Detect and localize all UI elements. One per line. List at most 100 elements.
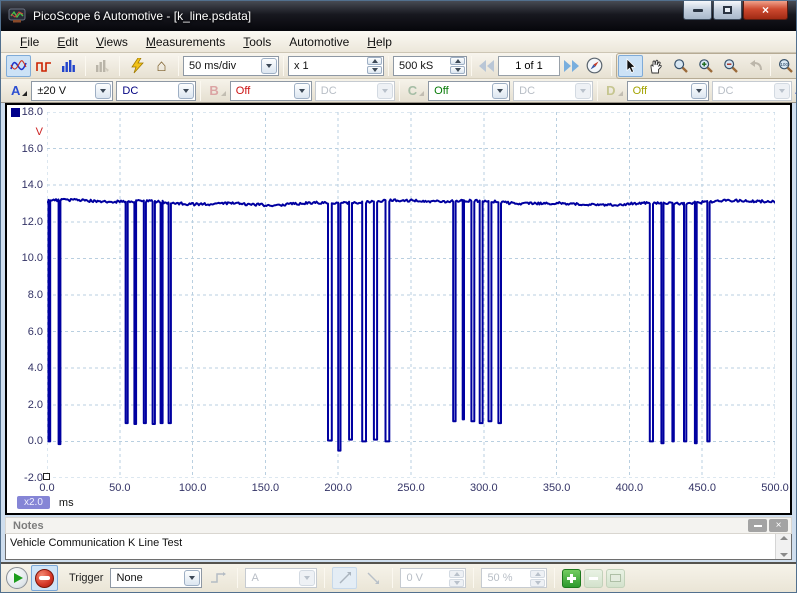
hand-pan-tool[interactable] — [643, 55, 668, 77]
toolbar-separator — [388, 56, 389, 76]
chevron-down-icon — [454, 581, 460, 585]
prev-waveform-button[interactable] — [479, 60, 495, 72]
chevron-up-icon — [454, 572, 460, 576]
spin-up-button[interactable] — [367, 57, 382, 65]
title-bar[interactable]: PicoScope 6 Automotive - [k_line.psdata]… — [1, 1, 796, 31]
timebase-select[interactable]: 50 ms/div — [183, 56, 279, 76]
next-waveform-button[interactable] — [563, 60, 579, 72]
zoom-factor-value: x 1 — [289, 60, 366, 72]
persistence-view-button[interactable] — [31, 55, 56, 77]
restore-button[interactable] — [713, 1, 742, 20]
home-settings-button[interactable]: ⌂ — [149, 55, 174, 77]
scope-view: V x2.0 ms 18.016.014.012.010.08.06.04.02… — [5, 103, 792, 515]
menu-file[interactable]: File — [11, 33, 48, 51]
x-axis-multiplier-badge: x2.0 — [17, 496, 50, 509]
minimize-icon — [693, 9, 703, 12]
channel-c-range-select[interactable]: Off — [428, 81, 510, 101]
notes-scrollbar[interactable] — [775, 534, 791, 559]
x-axis-meta: x2.0 ms — [17, 496, 74, 509]
close-button[interactable]: × — [743, 1, 788, 20]
marquee-zoom-tool[interactable] — [668, 55, 693, 77]
plot-grid[interactable] — [47, 112, 775, 478]
svg-text:100: 100 — [780, 62, 788, 67]
dropdown-button[interactable] — [184, 570, 200, 586]
normal-selection-tool[interactable] — [618, 55, 643, 77]
remove-measurement-button-disabled — [584, 569, 603, 588]
dropdown-button[interactable] — [261, 58, 277, 74]
channel-d-label[interactable]: D — [606, 83, 615, 98]
notes-minimize-button[interactable] — [748, 519, 767, 532]
y-axis-tick-label: 4.0 — [7, 362, 43, 374]
spin-up-button[interactable] — [450, 57, 465, 65]
channel-b-label[interactable]: B — [209, 83, 218, 98]
sample-count-spinner[interactable]: 500 kS — [393, 56, 467, 76]
menu-views[interactable]: Views — [87, 33, 137, 51]
menu-edit[interactable]: Edit — [48, 33, 87, 51]
scope-view-button[interactable] — [6, 55, 31, 77]
spin-down-button[interactable] — [450, 66, 465, 74]
restore-icon — [723, 6, 732, 14]
y-axis-tick-label: 18.0 — [7, 106, 43, 118]
channel-a-label[interactable]: A — [11, 83, 20, 98]
menu-help[interactable]: Help — [358, 33, 401, 51]
zoom-full-button[interactable]: 100 — [773, 55, 797, 77]
spin-down-button[interactable] — [367, 66, 382, 74]
chevron-down-icon — [779, 89, 785, 93]
zoom-out-tool[interactable] — [718, 55, 743, 77]
dropdown-button[interactable] — [492, 83, 508, 99]
x-axis-tick-label: 300.0 — [462, 482, 506, 494]
channel-c-label[interactable]: C — [408, 83, 417, 98]
stop-capture-button[interactable] — [31, 565, 58, 591]
spin-down-button — [449, 579, 464, 587]
chevron-down-icon — [696, 89, 702, 93]
channel-a-range-value: ±20 V — [32, 85, 94, 97]
scroll-up-icon — [780, 536, 788, 540]
y-axis-tick-label: 12.0 — [7, 216, 43, 228]
channel-d-coupling-select-disabled: DC — [712, 81, 792, 101]
chevron-down-icon — [100, 89, 106, 93]
menu-automotive[interactable]: Automotive — [280, 33, 358, 51]
dropdown-button[interactable] — [294, 83, 310, 99]
channel-c-coupling-value: DC — [514, 85, 574, 97]
channel-d-coupling-value: DC — [713, 85, 773, 97]
spectrum-view-button[interactable] — [56, 55, 81, 77]
dropdown-button[interactable] — [178, 83, 194, 99]
zoom-factor-spinner[interactable]: x 1 — [288, 56, 384, 76]
start-capture-button[interactable] — [6, 567, 28, 589]
axis-origin-handle[interactable] — [43, 473, 50, 480]
notes-close-button[interactable]: × — [769, 519, 788, 532]
add-measurement-button[interactable] — [562, 569, 581, 588]
minus-icon — [589, 577, 598, 580]
channel-c-menu-icon — [419, 91, 424, 96]
prev-icon — [479, 60, 486, 72]
trigger-toolbar: Trigger None A — [1, 562, 796, 592]
app-window: PicoScope 6 Automotive - [k_line.psdata]… — [0, 0, 797, 593]
trigger-mode-select[interactable]: None — [110, 568, 202, 588]
compass-icon — [586, 57, 603, 74]
channel-b-range-select[interactable]: Off — [230, 81, 312, 101]
channel-a-range-select[interactable]: ±20 V — [31, 81, 113, 101]
probes-button[interactable] — [792, 80, 797, 102]
channel-d-menu-icon — [618, 91, 623, 96]
dropdown-button[interactable] — [691, 83, 707, 99]
notes-input[interactable]: Vehicle Communication K Line Test — [6, 534, 775, 559]
auto-setup-button[interactable] — [124, 55, 149, 77]
chevron-down-icon — [183, 89, 189, 93]
toolbar-separator — [770, 56, 771, 76]
channel-a-coupling-select[interactable]: DC — [116, 81, 196, 101]
hand-icon — [648, 58, 663, 74]
channel-b-menu-icon — [221, 91, 226, 96]
cursor-arrow-icon — [624, 58, 638, 74]
dropdown-button[interactable] — [95, 83, 111, 99]
chevron-down-icon — [580, 89, 586, 93]
minimize-button[interactable] — [683, 1, 712, 20]
zoom-window-icon — [673, 58, 689, 74]
x-axis-tick-label: 500.0 — [753, 482, 797, 494]
menu-tools[interactable]: Tools — [234, 33, 280, 51]
channel-d-range-select[interactable]: Off — [627, 81, 709, 101]
menu-measurements[interactable]: Measurements — [137, 33, 234, 51]
edit-measurement-button-disabled — [606, 569, 625, 588]
zoom-in-tool[interactable] — [693, 55, 718, 77]
channel-b-range-value: Off — [231, 85, 293, 97]
buffer-navigator-button[interactable] — [582, 55, 607, 77]
